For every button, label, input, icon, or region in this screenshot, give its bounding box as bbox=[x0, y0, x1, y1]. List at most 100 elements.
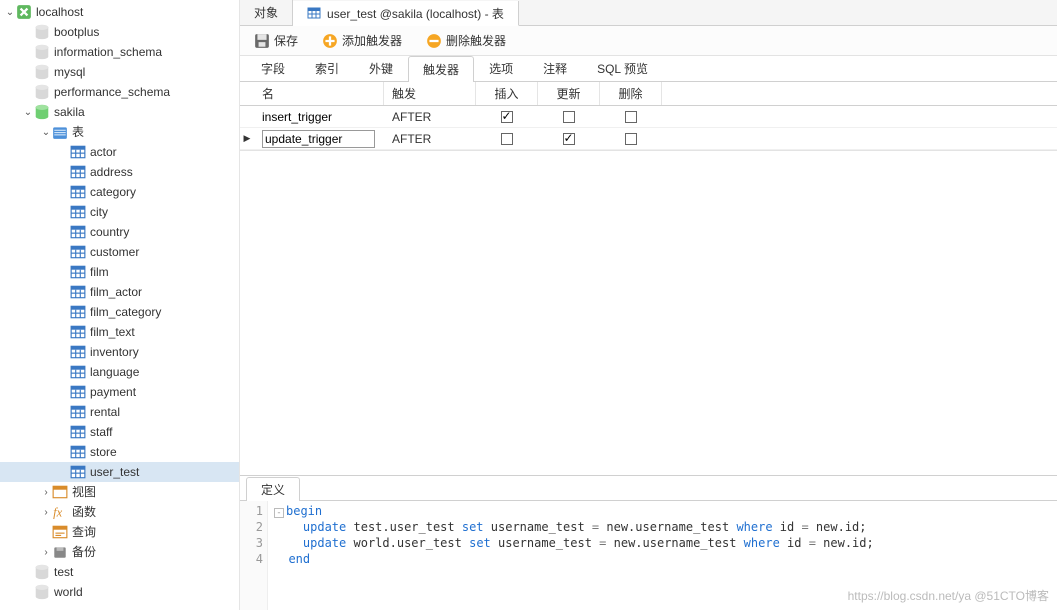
tree-item-表[interactable]: ⌄表 bbox=[0, 122, 239, 142]
db-icon bbox=[34, 24, 50, 40]
cell-trigger-fire[interactable]: AFTER bbox=[384, 128, 476, 149]
designer-toolbar: 保存 添加触发器 删除触发器 bbox=[240, 26, 1057, 56]
chevron-right-icon[interactable]: › bbox=[40, 507, 52, 518]
tab-definition[interactable]: 定义 bbox=[246, 477, 300, 501]
tree-item-rental[interactable]: rental bbox=[0, 402, 239, 422]
cell-trigger-name[interactable] bbox=[254, 128, 384, 149]
tree-item-address[interactable]: address bbox=[0, 162, 239, 182]
checkbox-update[interactable] bbox=[563, 133, 575, 145]
fold-icon[interactable]: - bbox=[274, 508, 284, 518]
tree-item-label: film_actor bbox=[90, 282, 142, 302]
table-icon bbox=[70, 204, 86, 220]
tree-item-label: language bbox=[90, 362, 139, 382]
document-tab-label: user_test @sakila (localhost) - 表 bbox=[327, 5, 504, 22]
tree-item-label: film_text bbox=[90, 322, 135, 342]
tree-item-payment[interactable]: payment bbox=[0, 382, 239, 402]
tree-item-label: sakila bbox=[54, 102, 85, 122]
tree-item-world[interactable]: world bbox=[0, 582, 239, 602]
code-line[interactable]: -begin bbox=[274, 503, 874, 519]
add-trigger-button[interactable]: 添加触发器 bbox=[318, 30, 406, 51]
cell-delete[interactable] bbox=[600, 106, 662, 127]
tree-item-localhost[interactable]: ⌄localhost bbox=[0, 2, 239, 22]
tree-item-test[interactable]: test bbox=[0, 562, 239, 582]
tree-item-city[interactable]: city bbox=[0, 202, 239, 222]
document-tab-objects[interactable]: 对象 bbox=[240, 0, 293, 25]
tree-item-label: address bbox=[90, 162, 133, 182]
object-tree[interactable]: ⌄localhost bootplus information_schema m… bbox=[0, 0, 240, 610]
add-trigger-icon bbox=[322, 33, 338, 49]
checkbox-update[interactable] bbox=[563, 111, 575, 123]
checkbox-insert[interactable] bbox=[501, 111, 513, 123]
tree-item-category[interactable]: category bbox=[0, 182, 239, 202]
tree-item-查询[interactable]: 查询 bbox=[0, 522, 239, 542]
tree-item-user_test[interactable]: user_test bbox=[0, 462, 239, 482]
tree-item-actor[interactable]: actor bbox=[0, 142, 239, 162]
code-line[interactable]: update world.user_test set username_test… bbox=[274, 535, 874, 551]
col-delete[interactable]: 删除 bbox=[600, 82, 662, 105]
table-icon bbox=[70, 164, 86, 180]
cell-delete[interactable] bbox=[600, 128, 662, 149]
designer-tab-comment[interactable]: 注释 bbox=[528, 55, 582, 81]
trigger-name-input[interactable] bbox=[262, 110, 375, 124]
editor-gutter: 1234 bbox=[240, 501, 268, 610]
chevron-right-icon[interactable]: › bbox=[40, 547, 52, 558]
chevron-down-icon[interactable]: ⌄ bbox=[4, 7, 16, 18]
folder-icon bbox=[52, 124, 68, 140]
col-fire[interactable]: 触发 bbox=[384, 82, 476, 105]
tree-item-label: city bbox=[90, 202, 108, 222]
cell-insert[interactable] bbox=[476, 106, 538, 127]
checkbox-delete[interactable] bbox=[625, 111, 637, 123]
tree-item-film_text[interactable]: film_text bbox=[0, 322, 239, 342]
tree-item-sakila[interactable]: ⌄ sakila bbox=[0, 102, 239, 122]
designer-tab-fk[interactable]: 外键 bbox=[354, 55, 408, 81]
tree-item-language[interactable]: language bbox=[0, 362, 239, 382]
tree-item-staff[interactable]: staff bbox=[0, 422, 239, 442]
tree-item-information_schema[interactable]: information_schema bbox=[0, 42, 239, 62]
designer-tab-indexes[interactable]: 索引 bbox=[300, 55, 354, 81]
tree-item-函数[interactable]: ›函数 bbox=[0, 502, 239, 522]
col-update[interactable]: 更新 bbox=[538, 82, 600, 105]
cell-update[interactable] bbox=[538, 128, 600, 149]
tree-item-label: payment bbox=[90, 382, 136, 402]
tree-item-label: test bbox=[54, 562, 73, 582]
tree-item-inventory[interactable]: inventory bbox=[0, 342, 239, 362]
tree-item-bootplus[interactable]: bootplus bbox=[0, 22, 239, 42]
code-line[interactable]: update test.user_test set username_test … bbox=[274, 519, 874, 535]
designer-tab-sqlprev[interactable]: SQL 预览 bbox=[582, 55, 663, 81]
chevron-right-icon[interactable]: › bbox=[40, 487, 52, 498]
table-icon bbox=[70, 244, 86, 260]
designer-tab-options[interactable]: 选项 bbox=[474, 55, 528, 81]
tree-item-film_category[interactable]: film_category bbox=[0, 302, 239, 322]
tree-item-备份[interactable]: ›备份 bbox=[0, 542, 239, 562]
checkbox-insert[interactable] bbox=[501, 133, 513, 145]
designer-tab-fields[interactable]: 字段 bbox=[246, 55, 300, 81]
trigger-name-input[interactable] bbox=[262, 130, 375, 148]
checkbox-delete[interactable] bbox=[625, 133, 637, 145]
col-name[interactable]: 名 bbox=[254, 82, 384, 105]
tree-item-mysql[interactable]: mysql bbox=[0, 62, 239, 82]
code-line[interactable]: end bbox=[274, 551, 874, 567]
cell-update[interactable] bbox=[538, 106, 600, 127]
tree-item-customer[interactable]: customer bbox=[0, 242, 239, 262]
cell-insert[interactable] bbox=[476, 128, 538, 149]
tree-item-performance_schema[interactable]: performance_schema bbox=[0, 82, 239, 102]
trigger-row[interactable]: ▶AFTER bbox=[240, 128, 1057, 150]
delete-trigger-button[interactable]: 删除触发器 bbox=[422, 30, 510, 51]
chevron-down-icon[interactable]: ⌄ bbox=[40, 127, 52, 138]
tree-item-store[interactable]: store bbox=[0, 442, 239, 462]
tree-item-country[interactable]: country bbox=[0, 222, 239, 242]
designer-tab-triggers[interactable]: 触发器 bbox=[408, 56, 474, 82]
sql-editor[interactable]: 1234 -begin update test.user_test set us… bbox=[240, 500, 1057, 610]
editor-code[interactable]: -begin update test.user_test set usernam… bbox=[268, 501, 880, 610]
trigger-row[interactable]: AFTER bbox=[240, 106, 1057, 128]
save-button[interactable]: 保存 bbox=[250, 30, 302, 51]
chevron-down-icon[interactable]: ⌄ bbox=[22, 107, 34, 118]
tree-item-视图[interactable]: ›视图 bbox=[0, 482, 239, 502]
trigger-grid-header: 名 触发 插入 更新 删除 bbox=[240, 82, 1057, 106]
document-tab-usertest[interactable]: user_test @sakila (localhost) - 表 bbox=[293, 1, 519, 26]
tree-item-film_actor[interactable]: film_actor bbox=[0, 282, 239, 302]
cell-trigger-fire[interactable]: AFTER bbox=[384, 106, 476, 127]
col-insert[interactable]: 插入 bbox=[476, 82, 538, 105]
tree-item-film[interactable]: film bbox=[0, 262, 239, 282]
cell-trigger-name[interactable] bbox=[254, 106, 384, 127]
